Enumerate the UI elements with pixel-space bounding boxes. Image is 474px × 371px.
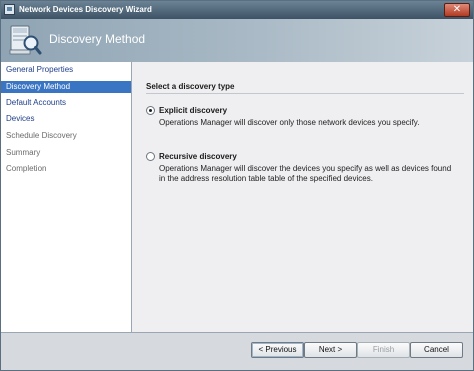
cancel-button[interactable]: Cancel xyxy=(410,342,463,358)
nav-item-completion: Completion xyxy=(6,164,47,173)
title-bar[interactable]: Network Devices Discovery Wizard ✕ xyxy=(1,1,473,19)
nav-item-summary: Summary xyxy=(6,148,41,157)
wizard-window: Network Devices Discovery Wizard ✕ Disco… xyxy=(0,0,474,371)
section-divider xyxy=(146,93,464,94)
explicit-discovery-label[interactable]: Explicit discovery xyxy=(159,106,227,115)
app-icon xyxy=(4,4,15,15)
section-title: Select a discovery type xyxy=(146,82,235,91)
close-button[interactable]: ✕ xyxy=(444,3,470,17)
recursive-discovery-description: Operations Manager will discover the dev… xyxy=(159,164,452,183)
close-icon: ✕ xyxy=(452,4,462,15)
monitor-magnifier-icon xyxy=(9,25,42,55)
nav-item-discovery-method[interactable]: Discovery Method xyxy=(1,81,131,93)
nav-item-devices[interactable]: Devices xyxy=(1,113,131,125)
main-content: Select a discovery type Explicit discove… xyxy=(132,62,473,332)
window-title: Network Devices Discovery Wizard xyxy=(19,5,152,14)
nav-item-schedule-discovery: Schedule Discovery xyxy=(6,131,77,140)
explicit-discovery-radio[interactable] xyxy=(146,106,155,115)
recursive-discovery-label[interactable]: Recursive discovery xyxy=(159,152,237,161)
previous-button[interactable]: < Previous xyxy=(251,342,304,358)
page-title: Discovery Method xyxy=(49,32,146,46)
nav-item-default-accounts[interactable]: Default Accounts xyxy=(1,97,131,109)
wizard-footer: < Previous Next > Finish Cancel xyxy=(1,332,473,370)
wizard-steps-nav: General Properties Discovery Method Defa… xyxy=(1,62,132,332)
header-banner: Discovery Method xyxy=(1,19,473,62)
next-button[interactable]: Next > xyxy=(304,342,357,358)
explicit-discovery-description: Operations Manager will discover only th… xyxy=(159,118,420,127)
recursive-discovery-radio[interactable] xyxy=(146,152,155,161)
finish-button[interactable]: Finish xyxy=(357,342,410,358)
nav-item-general-properties[interactable]: General Properties xyxy=(1,64,131,76)
